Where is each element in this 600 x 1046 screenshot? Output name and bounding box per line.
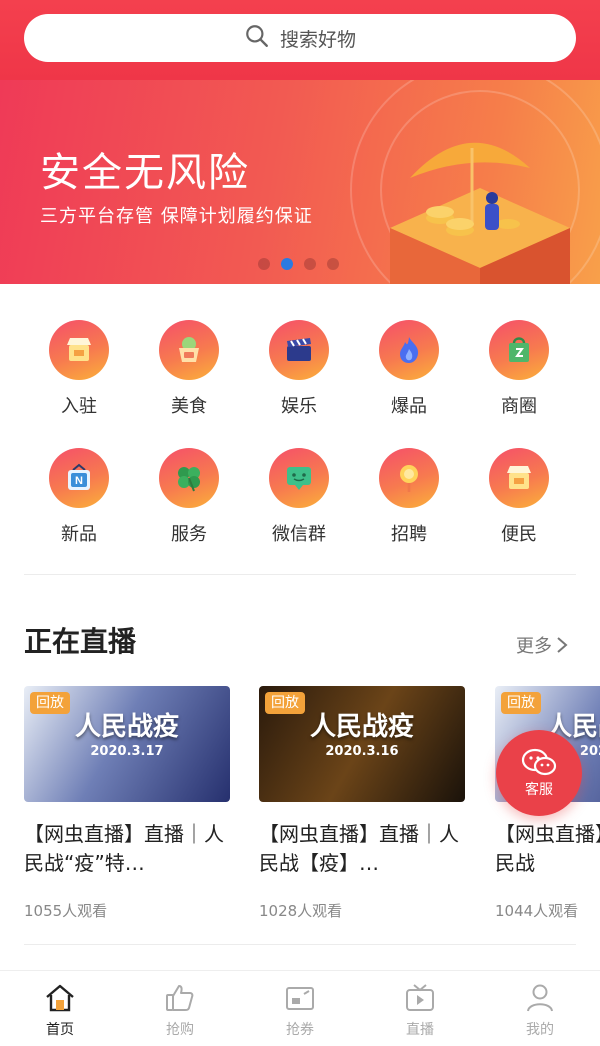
live-card[interactable]: 人民战疫 2020.3.17 回放 【网虫直播】直播｜人民战“疫”特… 1055… xyxy=(24,686,230,921)
divider xyxy=(24,574,576,575)
lollipop-icon xyxy=(379,448,439,508)
search-bar[interactable]: 搜索好物 xyxy=(24,14,576,62)
category-label: 招聘 xyxy=(391,524,427,545)
category-label: 便民 xyxy=(501,524,537,545)
live-card-title: 【网虫直播】直播｜人民战 xyxy=(495,822,600,875)
tab-label: 抢券 xyxy=(286,1022,314,1038)
clover-icon xyxy=(159,448,219,508)
thumbs-up-icon xyxy=(166,985,194,1011)
category-label: 微信群 xyxy=(272,524,326,545)
live-thumbnail[interactable]: 人民战疫 2020.3.17 回放 xyxy=(24,686,230,802)
tab-live[interactable]: 直播 xyxy=(360,981,480,1039)
category-item-yule[interactable]: 娱乐 xyxy=(244,320,354,420)
category-label: 爆品 xyxy=(391,396,427,417)
replay-badge: 回放 xyxy=(501,692,541,714)
pagination-dot[interactable] xyxy=(304,258,316,270)
category-item-baopin[interactable]: 爆品 xyxy=(354,320,464,420)
live-card-views: 1044人观看 xyxy=(495,902,579,920)
category-item-fuwu[interactable]: 服务 xyxy=(134,448,244,548)
more-label: 更多 xyxy=(516,636,552,657)
safe-deposit-illustration-icon xyxy=(390,142,570,284)
tab-label: 直播 xyxy=(406,1022,434,1038)
clapperboard-icon xyxy=(269,320,329,380)
category-item-weixinqun[interactable]: 微信群 xyxy=(244,448,354,548)
category-label: 娱乐 xyxy=(281,396,317,417)
pagination-dot-active[interactable] xyxy=(281,258,293,270)
category-label: 美食 xyxy=(171,396,207,417)
category-label: 入驻 xyxy=(61,396,97,417)
chevron-right-icon xyxy=(557,637,568,653)
tab-coupons[interactable]: 抢券 xyxy=(240,981,360,1039)
live-carousel[interactable]: 人民战疫 2020.3.17 回放 【网虫直播】直播｜人民战“疫”特… 1055… xyxy=(0,686,600,926)
tab-label: 抢购 xyxy=(166,1022,194,1038)
tab-flash-sale[interactable]: 抢购 xyxy=(120,981,240,1039)
promo-banner[interactable]: 安全无风险 三方平台存管 保障计划履约保证 xyxy=(0,80,600,284)
tab-mine[interactable]: 我的 xyxy=(480,981,600,1039)
svg-text:N: N xyxy=(75,475,83,487)
tab-home[interactable]: 首页 xyxy=(0,981,120,1039)
flame-icon xyxy=(379,320,439,380)
top-bar: 搜索好物 xyxy=(0,0,600,80)
banner-pagination xyxy=(258,258,339,270)
live-card-title: 【网虫直播】直播｜人民战【疫】… xyxy=(259,822,459,875)
pagination-dot[interactable] xyxy=(327,258,339,270)
bottom-tab-bar: 首页 抢购 抢券 直播 我的 xyxy=(0,970,600,1046)
category-item-meishi[interactable]: 美食 xyxy=(134,320,244,420)
coupon-icon xyxy=(286,987,314,1010)
shop-icon xyxy=(49,320,109,380)
replay-badge: 回放 xyxy=(265,692,305,714)
category-item-xinpin[interactable]: N 新品 xyxy=(24,448,134,548)
food-basket-icon xyxy=(159,320,219,380)
user-icon xyxy=(527,984,553,1012)
home-icon xyxy=(46,984,74,1012)
tab-label: 首页 xyxy=(46,1022,74,1038)
more-link[interactable]: 更多 xyxy=(516,632,568,658)
category-label: 商圈 xyxy=(501,396,537,417)
live-card-views: 1055人观看 xyxy=(24,902,108,920)
category-item-zhaopin[interactable]: 招聘 xyxy=(354,448,464,548)
live-card-views: 1028人观看 xyxy=(259,902,343,920)
divider xyxy=(24,944,576,945)
shop-icon xyxy=(489,448,549,508)
customer-service-button[interactable]: 客服 xyxy=(496,730,582,816)
chat-screen-icon xyxy=(269,448,329,508)
new-tag-icon: N xyxy=(49,448,109,508)
shopping-bag-icon xyxy=(489,320,549,380)
wechat-chat-icon xyxy=(521,748,557,776)
category-label: 新品 xyxy=(61,524,97,545)
section-title-live: 正在直播 xyxy=(24,625,137,658)
replay-badge: 回放 xyxy=(30,692,70,714)
live-card-title: 【网虫直播】直播｜人民战“疫”特… xyxy=(24,822,224,875)
banner-subtitle: 三方平台存管 保障计划履约保证 xyxy=(40,206,313,227)
live-thumbnail[interactable]: 人民战疫 2020.3.16 回放 xyxy=(259,686,465,802)
thumb-date: 2020.3.17 xyxy=(90,744,164,759)
category-item-bianmin[interactable]: 便民 xyxy=(464,448,574,548)
pagination-dot[interactable] xyxy=(258,258,270,270)
banner-title: 安全无风险 xyxy=(40,150,250,196)
search-placeholder: 搜索好物 xyxy=(279,28,356,51)
live-card[interactable]: 人民战疫 2020.3.16 回放 【网虫直播】直播｜人民战【疫】… 1028人… xyxy=(259,686,465,921)
category-item-shangquan[interactable]: 商圈 xyxy=(464,320,574,420)
tab-label: 我的 xyxy=(526,1022,554,1038)
category-label: 服务 xyxy=(171,524,207,545)
customer-service-label: 客服 xyxy=(525,782,553,798)
category-item-ruzhu[interactable]: 入驻 xyxy=(24,320,134,420)
search-icon xyxy=(244,23,270,54)
tv-play-icon xyxy=(406,984,434,1011)
thumb-date: 2020.3.16 xyxy=(325,744,399,759)
